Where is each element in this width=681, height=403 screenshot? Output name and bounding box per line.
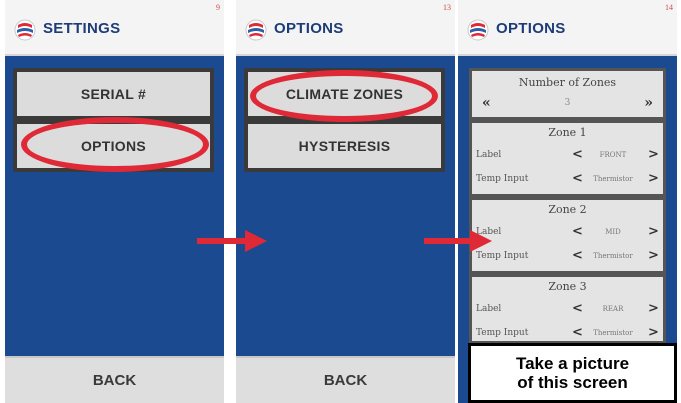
- row-value: MID: [605, 228, 621, 236]
- page-number: 13: [443, 3, 451, 12]
- zones-header: OPTIONS 14: [458, 0, 677, 56]
- row-label: Temp Input: [476, 174, 529, 184]
- page-title: SETTINGS: [43, 20, 121, 37]
- next-option-button[interactable]: >: [648, 147, 659, 162]
- zone-card: Zone 1 Label < FRONT > Temp Input < Ther…: [469, 120, 666, 197]
- number-of-zones-card: Number of Zones « 3 »: [469, 68, 666, 120]
- back-button[interactable]: BACK: [236, 356, 455, 403]
- settings-screen: SETTINGS 9 SERIAL # OPTIONS BACK: [5, 0, 224, 403]
- zone-temp-input-row: Temp Input < Thermistor >: [476, 248, 661, 266]
- arrow-right-icon: [424, 230, 492, 252]
- zone-label-row: Label < FRONT >: [476, 147, 661, 165]
- options-screen: OPTIONS 13 CLIMATE ZONES HYSTERESIS BACK: [236, 0, 455, 403]
- row-label: Temp Input: [476, 328, 529, 338]
- zone-card: Zone 2 Label < MID > Temp Input < Thermi…: [469, 197, 666, 274]
- row-label: Label: [476, 304, 502, 314]
- settings-header: SETTINGS 9: [5, 0, 224, 56]
- next-option-button[interactable]: >: [648, 171, 659, 186]
- options-button[interactable]: OPTIONS: [13, 120, 214, 172]
- page-number: 14: [665, 3, 673, 12]
- logo-icon: [245, 19, 267, 41]
- zone-title: Zone 2: [548, 203, 587, 216]
- row-value: Thermistor: [593, 329, 633, 337]
- hysteresis-button[interactable]: HYSTERESIS: [244, 120, 445, 172]
- number-of-zones-title: Number of Zones: [518, 76, 617, 89]
- zone-card: Zone 3 Label < REAR > Temp Input < Therm…: [469, 274, 666, 344]
- increase-zones-button[interactable]: »: [644, 95, 653, 111]
- take-picture-callout: Take a picture of this screen: [468, 343, 677, 403]
- row-value: Thermistor: [593, 175, 633, 183]
- row-value: FRONT: [599, 151, 627, 159]
- page-title: OPTIONS: [274, 20, 344, 37]
- zone-label-row: Label < MID >: [476, 224, 661, 242]
- zone-count-value: 3: [564, 98, 571, 108]
- climate-zones-button[interactable]: CLIMATE ZONES: [244, 68, 445, 120]
- zone-count-selector: « 3 »: [482, 95, 653, 113]
- next-option-button[interactable]: >: [648, 301, 659, 316]
- next-option-button[interactable]: >: [648, 248, 659, 263]
- page-title: OPTIONS: [496, 20, 566, 37]
- zone-temp-input-row: Temp Input < Thermistor >: [476, 171, 661, 189]
- options-header: OPTIONS 13: [236, 0, 455, 56]
- callout-line-2: of this screen: [517, 373, 628, 392]
- page-number: 9: [216, 3, 220, 12]
- serial-number-button[interactable]: SERIAL #: [13, 68, 214, 120]
- zone-title: Zone 3: [548, 280, 587, 293]
- row-label: Label: [476, 150, 502, 160]
- logo-icon: [467, 19, 489, 41]
- row-value: REAR: [602, 305, 624, 313]
- zone-label-row: Label < REAR >: [476, 301, 661, 319]
- logo-icon: [14, 19, 36, 41]
- zone-title: Zone 1: [548, 126, 587, 139]
- row-label: Temp Input: [476, 251, 529, 261]
- callout-line-1: Take a picture: [515, 354, 630, 373]
- arrow-right-icon: [197, 230, 267, 252]
- zone-temp-input-row: Temp Input < Thermistor >: [476, 325, 661, 343]
- back-button[interactable]: BACK: [5, 356, 224, 403]
- next-option-button[interactable]: >: [648, 224, 659, 239]
- next-option-button[interactable]: >: [648, 325, 659, 340]
- row-value: Thermistor: [593, 252, 633, 260]
